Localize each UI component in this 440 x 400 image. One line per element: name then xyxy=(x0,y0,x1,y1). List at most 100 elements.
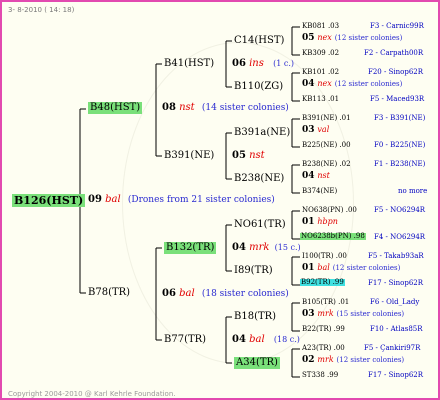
gen5-1-note: (12 sister colonies) xyxy=(334,80,403,88)
connector-gen4-6 xyxy=(291,302,300,332)
gen3-queen-0-name[interactable]: B41(HST) xyxy=(164,59,214,69)
gen3-queen-2-breeder: mrk xyxy=(249,242,270,253)
gen5-6-breeder: mrk xyxy=(317,309,334,318)
connector-gen4-5 xyxy=(291,256,300,286)
gen5-1-mid: 04 nex (12 sister colonies) xyxy=(302,80,402,89)
gen5-7-breeder: mrk xyxy=(317,355,334,364)
gen5-2-year: 03 xyxy=(302,125,315,135)
copyright-footer: Copyright 2004-2010 @ Karl Kehrle Founda… xyxy=(8,390,176,398)
gen5-3-line2-id[interactable]: B374(NE) xyxy=(302,188,337,195)
gen5-1-line1-ref[interactable]: F20 - Sinop62R xyxy=(368,69,423,76)
gen5-7-line2-id[interactable]: ST338 .99 xyxy=(302,372,338,379)
gen4-queen-1-name[interactable]: B110(ZG) xyxy=(234,82,283,92)
sire-year: 06 xyxy=(162,288,176,299)
gen5-2-line1-id[interactable]: B391(NE) .01 xyxy=(302,115,351,122)
connector-gen4-0 xyxy=(291,26,300,56)
gen3-queen-1-breeder: nst xyxy=(249,150,265,161)
gen3-queen-1-year: 05 xyxy=(232,150,246,161)
gen3-queen-0-note: (1 c.) xyxy=(273,59,294,68)
gen5-4-line1-id[interactable]: NO638(PN) .00 xyxy=(302,207,357,214)
connector-gen4-7 xyxy=(291,348,300,378)
gen5-2-mid: 03 val xyxy=(302,126,329,135)
gen4-queen-3-name[interactable]: B238(NE) xyxy=(234,174,284,184)
gen5-0-breeder: nex xyxy=(317,33,332,42)
gen3-queen-3-note: (18 c.) xyxy=(273,335,300,344)
gen5-7-line2-ref[interactable]: F17 - Sinop62R xyxy=(368,372,423,379)
dam-name[interactable]: B48(HST) xyxy=(88,102,143,114)
gen5-5-line1-id[interactable]: I100(TR) .00 xyxy=(302,253,347,260)
gen4-queen-4-name[interactable]: NO61(TR) xyxy=(234,220,286,230)
gen5-1-breeder: nex xyxy=(317,79,332,88)
gen5-1-line2-ref[interactable]: F5 - Maced93R xyxy=(370,96,424,103)
gen5-0-line2-id[interactable]: KB309 .02 xyxy=(302,50,339,57)
gen5-6-year: 03 xyxy=(302,309,315,319)
gen5-6-line2-ref[interactable]: F10 - Atlas85R xyxy=(370,326,423,333)
gen5-1-line1-id[interactable]: KB101 .02 xyxy=(302,69,339,76)
gen5-0-mid: 05 nex (12 sister colonies) xyxy=(302,34,402,43)
dam-year: 08 xyxy=(162,102,176,113)
gen4-queen-2-name[interactable]: B391a(NE) xyxy=(234,128,290,138)
root-queen-name[interactable]: B126(HST) xyxy=(12,194,86,207)
gen5-4-year: 01 xyxy=(302,217,315,227)
gen3-queen-2-year: 04 xyxy=(232,242,246,253)
gen5-7-mid: 02 mrk (12 sister colonies) xyxy=(302,356,404,365)
gen5-5-line2-id[interactable]: B92(TR) .99 xyxy=(300,279,345,286)
gen5-4-mid: 01 hbpn xyxy=(302,218,338,227)
sire-info: 06 bal (18 sister colonies) xyxy=(162,289,289,299)
gen3-queen-1-name[interactable]: B391(NE) xyxy=(164,151,214,161)
sire-note: (18 sister colonies) xyxy=(201,289,289,299)
gen5-7-line1-id[interactable]: A23(TR) .00 xyxy=(302,345,345,352)
gen5-6-note: (15 sister colonies) xyxy=(336,310,405,318)
gen3-queen-3-year: 04 xyxy=(232,334,246,345)
gen4-queen-5-name[interactable]: I89(TR) xyxy=(234,266,273,276)
root-queen-info: 09 bal (Drones from 21 sister colonies) xyxy=(88,195,275,205)
gen5-6-line1-ref[interactable]: F6 - Old_Lady xyxy=(370,299,419,306)
gen3-queen-1-info: 05 nst xyxy=(232,151,265,161)
gen3-queen-0-info: 06 ins (1 c.) xyxy=(232,59,294,69)
gen3-queen-3-breeder: bal xyxy=(249,334,265,345)
root-queen-drones-note: (Drones from 21 sister colonies) xyxy=(127,195,275,205)
gen5-0-line2-ref[interactable]: F2 - Carpath00R xyxy=(364,50,423,57)
sire-breeder: bal xyxy=(179,288,195,299)
gen3-queen-2-note: (15 c.) xyxy=(274,243,301,252)
gen5-4-line1-ref[interactable]: F5 - NO6294R xyxy=(374,207,425,214)
gen5-3-line1-ref[interactable]: F1 - B238(NE) xyxy=(374,161,425,168)
gen5-3-line1-id[interactable]: B238(NE) .02 xyxy=(302,161,351,168)
gen4-queen-0-name[interactable]: C14(HST) xyxy=(234,36,284,46)
gen5-2-line2-ref[interactable]: F0 - B225(NE) xyxy=(374,142,425,149)
dam-breeder: nst xyxy=(179,102,195,113)
gen5-7-line1-ref[interactable]: F5 - Çankiri97R xyxy=(364,345,420,352)
gen5-5-breeder: bal xyxy=(317,263,330,272)
gen5-0-line1-ref[interactable]: F3 - Carnic99R xyxy=(370,23,424,30)
gen5-5-line2-ref[interactable]: F17 - Sinop62R xyxy=(368,280,423,287)
dam-note: (14 sister colonies) xyxy=(201,103,289,113)
gen5-1-line2-id[interactable]: KB113 .01 xyxy=(302,96,339,103)
timestamp-header: 3- 8-2010 ( 14: 18) xyxy=(8,6,75,14)
sire-name[interactable]: B78(TR) xyxy=(88,288,130,298)
gen5-7-note: (12 sister colonies) xyxy=(336,356,405,364)
gen5-6-line2-id[interactable]: B22(TR) .99 xyxy=(302,326,345,333)
gen5-2-breeder: val xyxy=(317,125,330,134)
gen3-queen-2-info: 04 mrk (15 c.) xyxy=(232,243,301,253)
gen5-4-line2-id[interactable]: NO6238b(PN) .98 xyxy=(300,233,366,240)
gen3-queen-2-name[interactable]: B132(TR) xyxy=(164,242,217,254)
gen5-5-year: 01 xyxy=(302,263,315,273)
gen5-3-year: 04 xyxy=(302,171,315,181)
gen5-5-line1-ref[interactable]: F5 - Takab93aR xyxy=(368,253,424,260)
gen4-queen-6-name[interactable]: B18(TR) xyxy=(234,312,276,322)
gen5-2-line2-id[interactable]: B225(NE) .00 xyxy=(302,142,351,149)
gen5-4-line2-ref[interactable]: F4 - NO6294R xyxy=(374,234,425,241)
gen5-3-line2-ref[interactable]: no more xyxy=(398,188,427,195)
gen4-queen-7-name[interactable]: A34(TR) xyxy=(234,357,280,369)
gen3-queen-3-info: 04 bal (18 c.) xyxy=(232,335,300,345)
gen5-6-line1-id[interactable]: B105(TR) .01 xyxy=(302,299,349,306)
connector-gen4-3 xyxy=(291,164,300,194)
gen5-7-year: 02 xyxy=(302,355,315,365)
gen5-0-line1-id[interactable]: KB081 .03 xyxy=(302,23,339,30)
connector-gen4-1 xyxy=(291,72,300,102)
connector-gen4-4 xyxy=(291,210,300,240)
gen3-queen-3-name[interactable]: B77(TR) xyxy=(164,335,206,345)
gen5-5-note: (12 sister colonies) xyxy=(332,264,401,272)
gen5-3-breeder: nst xyxy=(317,171,330,180)
gen5-2-line1-ref[interactable]: F3 - B391(NE) xyxy=(374,115,425,122)
